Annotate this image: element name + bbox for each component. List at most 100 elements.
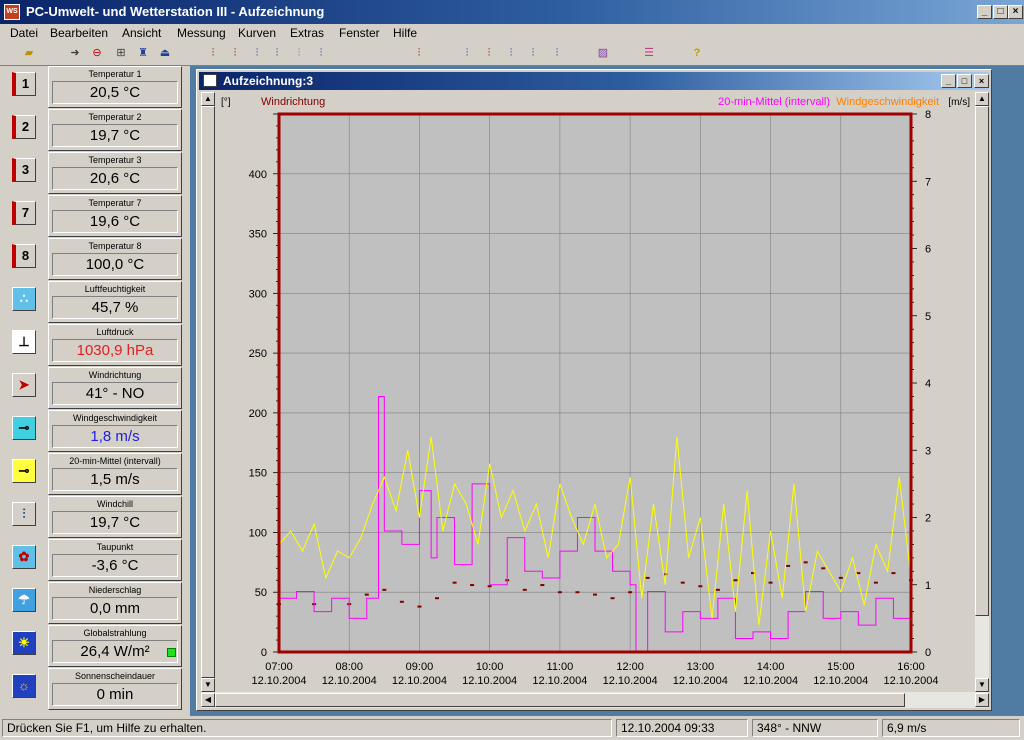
- horizontal-scrollbar[interactable]: ◀ ▶: [201, 692, 989, 708]
- app-title-bar[interactable]: WS PC-Umwelt- und Wetterstation III - Au…: [0, 0, 1024, 24]
- curve-1-icon[interactable]: ⫶: [204, 45, 222, 62]
- sensor-20-min-mittel[interactable]: ⊸ 20-min-Mittel (intervall) 1,5 m/s: [0, 453, 190, 496]
- scroll-thumb-right[interactable]: [975, 106, 989, 616]
- menu-bearbeiten[interactable]: Bearbeiten: [50, 26, 108, 40]
- curve-7-icon[interactable]: ⫶: [410, 45, 428, 62]
- right-vertical-scrollbar[interactable]: ▲ ▼: [975, 92, 989, 692]
- child-maximize-button[interactable]: □: [957, 74, 972, 88]
- rain-icon[interactable]: ☂: [12, 588, 36, 612]
- thermometer-icon[interactable]: 1: [12, 72, 36, 96]
- y-right-tick-label: 4: [925, 378, 931, 390]
- scroll-up-right-button[interactable]: ▲: [975, 92, 989, 106]
- menu-hilfe[interactable]: Hilfe: [393, 26, 417, 40]
- sensor-taupunkt[interactable]: ✿ Taupunkt -3,6 °C: [0, 539, 190, 582]
- sensor-display[interactable]: Windgeschwindigkeit 1,8 m/s: [48, 410, 182, 452]
- sensor-windgeschwindigkeit[interactable]: ⊸ Windgeschwindigkeit 1,8 m/s: [0, 410, 190, 453]
- legend-icon[interactable]: ☰: [640, 45, 658, 62]
- sensor-display[interactable]: 20-min-Mittel (intervall) 1,5 m/s: [48, 453, 182, 495]
- windchill-icon[interactable]: ⫶: [12, 502, 36, 526]
- help-icon[interactable]: ?: [688, 45, 706, 62]
- sensor-display[interactable]: Windchill 19,7 °C: [48, 496, 182, 538]
- barometer-icon[interactable]: ⊥: [12, 330, 36, 354]
- folder-open-icon[interactable]: ▰: [20, 45, 38, 62]
- sensor-temperatur-8[interactable]: 8 Temperatur 8 100,0 °C: [0, 238, 190, 281]
- scroll-down-right-button[interactable]: ▼: [975, 678, 989, 692]
- station-icon[interactable]: ♜: [134, 45, 152, 62]
- thermometer-icon[interactable]: 3: [12, 158, 36, 182]
- sensor-display[interactable]: Temperatur 8 100,0 °C: [48, 238, 182, 280]
- wind-direction-icon[interactable]: ➤: [12, 373, 36, 397]
- sunshine-icon[interactable]: ☼: [12, 674, 36, 698]
- export-icon[interactable]: ⏏: [156, 45, 174, 62]
- sensor-display[interactable]: Globalstrahlung 26,4 W/m²: [48, 625, 182, 667]
- sensor-temperatur-1[interactable]: 1 Temperatur 1 20,5 °C: [0, 66, 190, 109]
- left-vertical-scrollbar[interactable]: ▲ ▼: [201, 92, 215, 692]
- sensor-display[interactable]: Sonnenscheindauer 0 min: [48, 668, 182, 710]
- recording-window[interactable]: Aufzeichnung:3 _ □ × ▲ ▼ ▲ ▼ ◀ ▶ [°] Win…: [196, 69, 992, 711]
- sensor-display[interactable]: Temperatur 3 20,6 °C: [48, 152, 182, 194]
- sensor-display[interactable]: Luftdruck 1030,9 hPa: [48, 324, 182, 366]
- curve-9-icon[interactable]: ⫶: [480, 45, 498, 62]
- graph-icon[interactable]: ▨: [594, 45, 612, 62]
- thermometer-icon[interactable]: 8: [12, 244, 36, 268]
- record-icon[interactable]: ⊞: [112, 45, 130, 62]
- sensor-display[interactable]: Temperatur 2 19,7 °C: [48, 109, 182, 151]
- child-minimize-button[interactable]: _: [941, 74, 956, 88]
- menu-ansicht[interactable]: Ansicht: [122, 26, 161, 40]
- arrow-right-icon[interactable]: ➜: [66, 45, 84, 62]
- maximize-button[interactable]: □: [993, 5, 1008, 19]
- sensor-niederschlag[interactable]: ☂ Niederschlag 0,0 mm: [0, 582, 190, 625]
- thermometer-icon[interactable]: 7: [12, 201, 36, 225]
- curve-12-icon[interactable]: ⫶: [548, 45, 566, 62]
- sensor-luftdruck[interactable]: ⊥ Luftdruck 1030,9 hPa: [0, 324, 190, 367]
- recording-window-title-bar[interactable]: Aufzeichnung:3 _ □ ×: [199, 72, 989, 90]
- wind-speed-icon[interactable]: ⊸: [12, 416, 36, 440]
- sensor-temperatur-7[interactable]: 7 Temperatur 7 19,6 °C: [0, 195, 190, 238]
- app-icon[interactable]: WS: [4, 4, 20, 20]
- sensor-windrichtung[interactable]: ➤ Windrichtung 41° - NO: [0, 367, 190, 410]
- sensor-display[interactable]: Luftfeuchtigkeit 45,7 %: [48, 281, 182, 323]
- sensor-display[interactable]: Temperatur 1 20,5 °C: [48, 66, 182, 108]
- sensor-globalstrahlung[interactable]: ☀ Globalstrahlung 26,4 W/m²: [0, 625, 190, 668]
- scroll-right-button[interactable]: ▶: [975, 693, 989, 707]
- scroll-down-left-button[interactable]: ▼: [201, 678, 215, 692]
- menu-datei[interactable]: Datei: [10, 26, 38, 40]
- sensor-windchill[interactable]: ⫶ Windchill 19,7 °C: [0, 496, 190, 539]
- scroll-up-left-button[interactable]: ▲: [201, 92, 215, 106]
- scroll-left-button[interactable]: ◀: [201, 693, 215, 707]
- y-left-tick-label: 200: [249, 408, 267, 420]
- curve-4-icon[interactable]: ⫶: [268, 45, 286, 62]
- menu-fenster[interactable]: Fenster: [339, 26, 380, 40]
- sensor-sonnenscheindauer[interactable]: ☼ Sonnenscheindauer 0 min: [0, 668, 190, 711]
- curve-8-icon[interactable]: ⫶: [458, 45, 476, 62]
- close-button[interactable]: ×: [1008, 5, 1023, 19]
- scroll-thumb-horizontal[interactable]: [215, 693, 905, 707]
- scroll-thumb-left[interactable]: [201, 106, 215, 678]
- minimize-button[interactable]: _: [977, 5, 992, 19]
- sensor-value: 26,4 W/m²: [52, 640, 178, 663]
- wind-mean-icon[interactable]: ⊸: [12, 459, 36, 483]
- stop-icon[interactable]: ⊖: [88, 45, 106, 62]
- menu-extras[interactable]: Extras: [290, 26, 324, 40]
- child-close-button[interactable]: ×: [974, 74, 989, 88]
- sensor-luftfeuchtigkeit[interactable]: ∴ Luftfeuchtigkeit 45,7 %: [0, 281, 190, 324]
- humidity-icon[interactable]: ∴: [12, 287, 36, 311]
- sensor-display[interactable]: Niederschlag 0,0 mm: [48, 582, 182, 624]
- curve-10-icon[interactable]: ⫶: [502, 45, 520, 62]
- curve-5-icon[interactable]: ⫶: [290, 45, 308, 62]
- curve-2-icon[interactable]: ⫶: [226, 45, 244, 62]
- menu-messung[interactable]: Messung: [177, 26, 226, 40]
- sensor-display[interactable]: Windrichtung 41° - NO: [48, 367, 182, 409]
- curve-11-icon[interactable]: ⫶: [524, 45, 542, 62]
- sensor-display[interactable]: Taupunkt -3,6 °C: [48, 539, 182, 581]
- sensor-temperatur-3[interactable]: 3 Temperatur 3 20,6 °C: [0, 152, 190, 195]
- curve-6-icon[interactable]: ⫶: [312, 45, 330, 62]
- sensor-temperatur-2[interactable]: 2 Temperatur 2 19,7 °C: [0, 109, 190, 152]
- radiation-icon[interactable]: ☀: [12, 631, 36, 655]
- sensor-value: 0,0 mm: [52, 597, 178, 620]
- curve-3-icon[interactable]: ⫶: [248, 45, 266, 62]
- sensor-display[interactable]: Temperatur 7 19,6 °C: [48, 195, 182, 237]
- thermometer-icon[interactable]: 2: [12, 115, 36, 139]
- menu-kurven[interactable]: Kurven: [238, 26, 276, 40]
- dewpoint-icon[interactable]: ✿: [12, 545, 36, 569]
